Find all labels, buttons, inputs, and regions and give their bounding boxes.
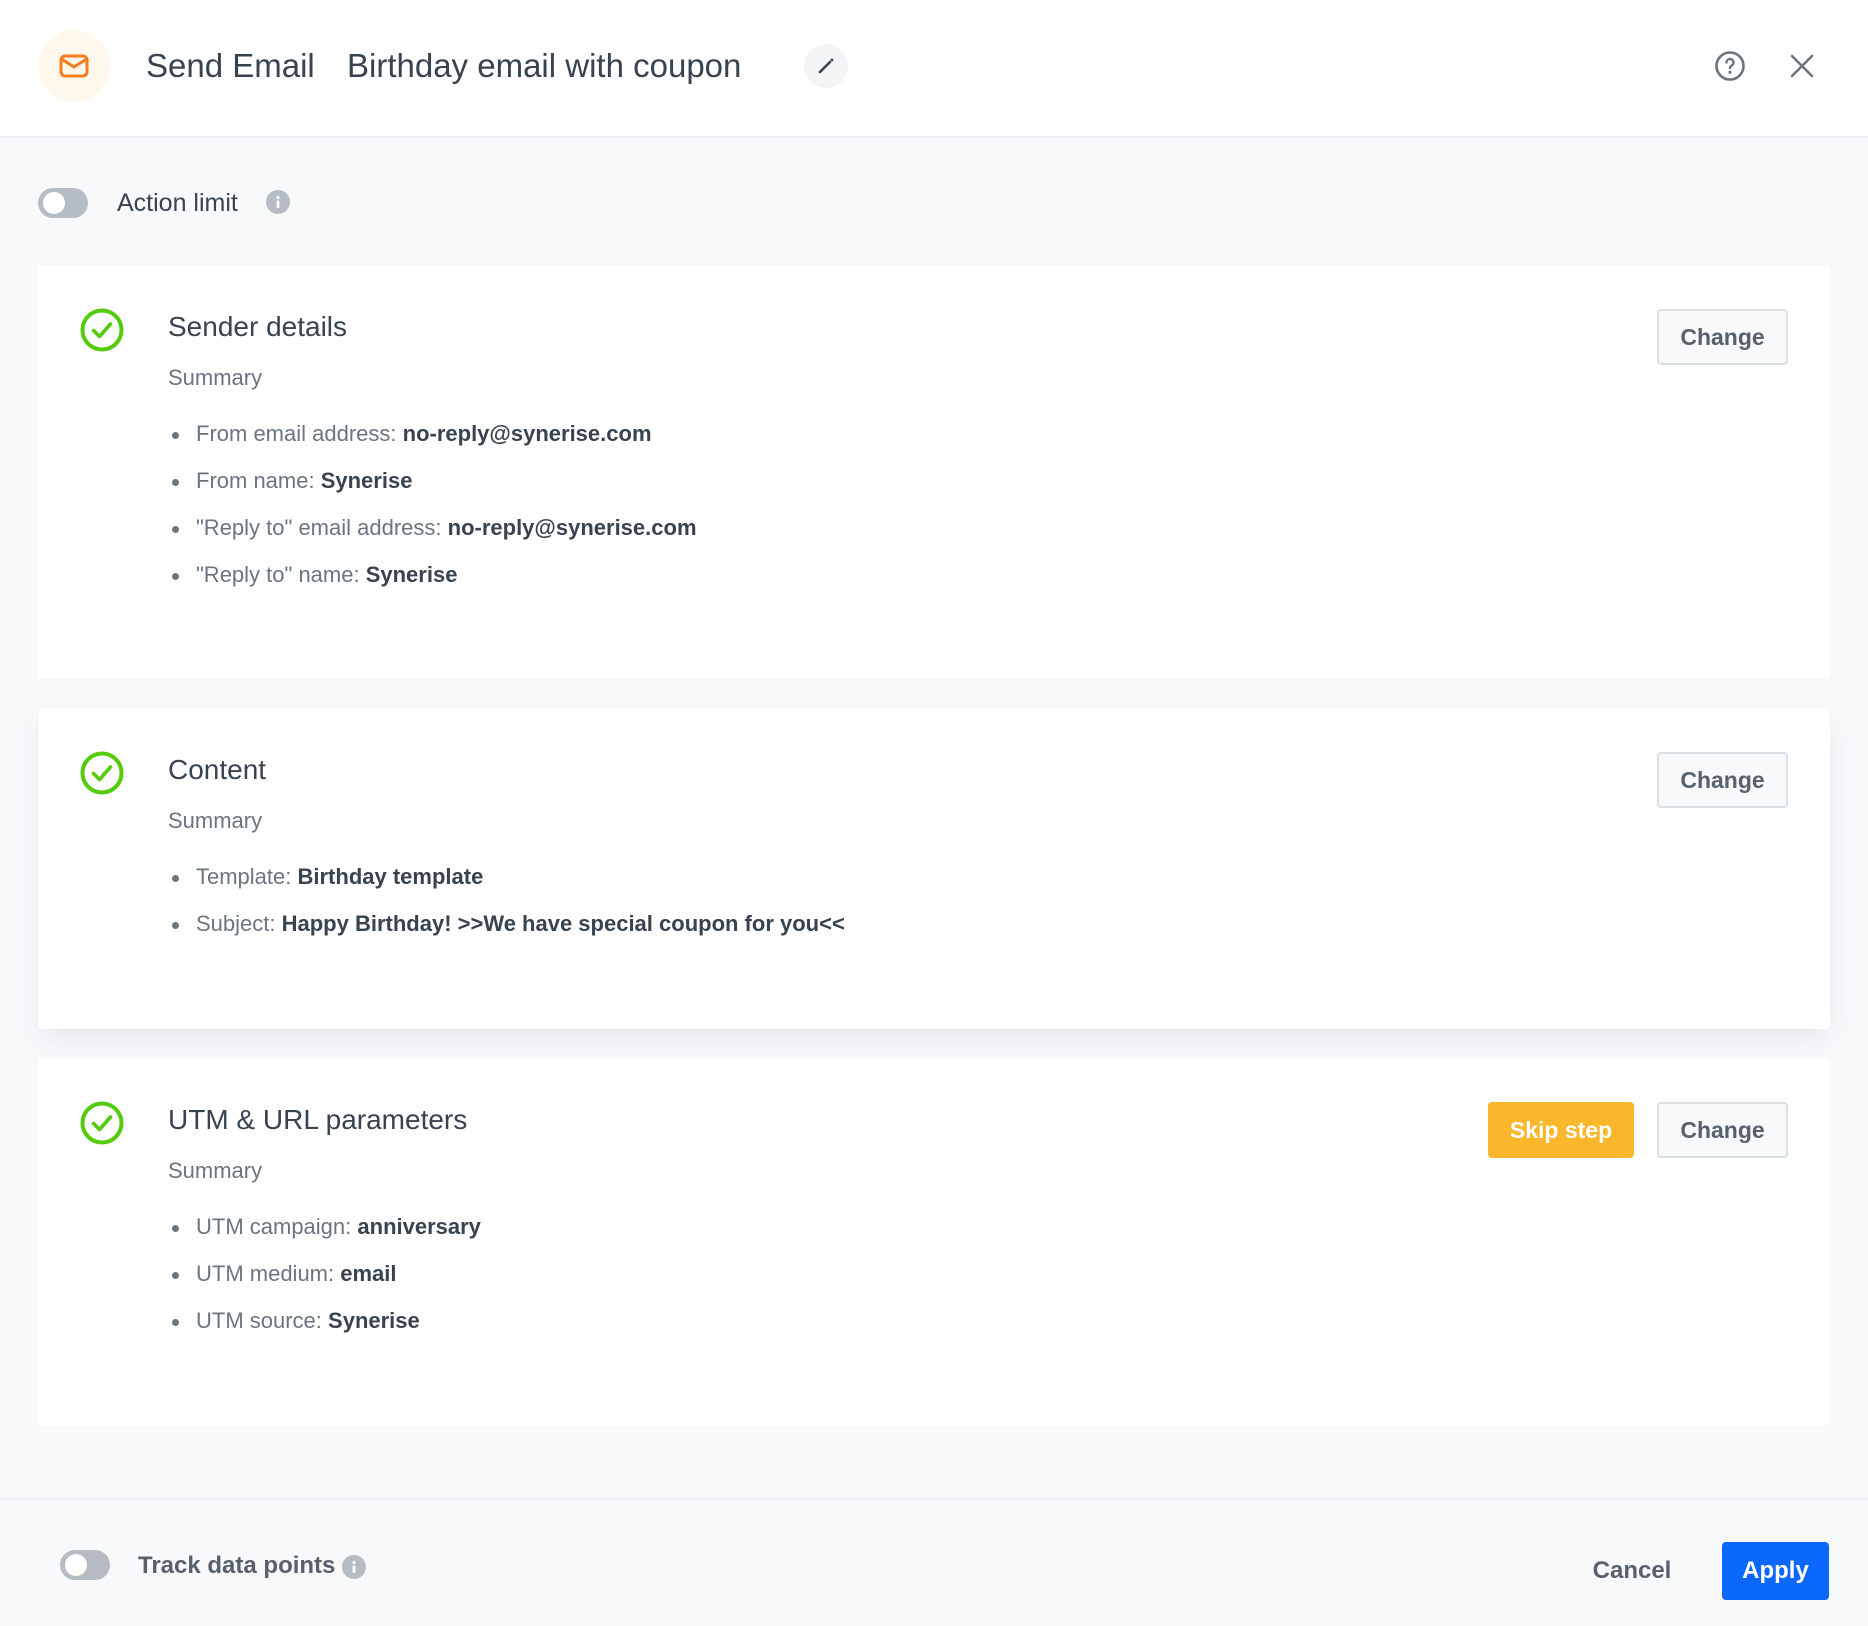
- footer-divider: [0, 1498, 1868, 1500]
- toggle-knob: [43, 192, 65, 214]
- list-item: "Reply to" email address: no-reply@syner…: [168, 513, 697, 560]
- content-card: Content Summary Template: Birthday templ…: [38, 708, 1830, 1029]
- card-summary-label: Summary: [168, 1158, 263, 1183]
- help-circle-icon: [1715, 51, 1745, 81]
- skip-step-button[interactable]: Skip step: [1488, 1102, 1634, 1158]
- list-item: Subject: Happy Birthday! >>We have speci…: [168, 909, 845, 956]
- mail-icon: [59, 54, 89, 78]
- list-item: From email address: no-reply@synerise.co…: [168, 419, 697, 466]
- card-title: Content: [168, 754, 267, 785]
- bullet: [172, 922, 179, 929]
- check-circle-icon: [80, 751, 124, 795]
- action-name-title: Birthday email with coupon: [347, 47, 742, 84]
- bullet: [172, 1225, 179, 1232]
- item-value: Happy Birthday! >>We have special coupon…: [281, 911, 845, 936]
- item-value: email: [340, 1261, 397, 1286]
- summary-list: UTM campaign: anniversary UTM medium: em…: [168, 1212, 481, 1353]
- item-value: no-reply@synerise.com: [447, 515, 697, 540]
- list-item: From name: Synerise: [168, 466, 697, 513]
- list-item: UTM medium: email: [168, 1259, 481, 1306]
- item-label: Template:: [196, 864, 298, 889]
- bullet: [172, 875, 179, 882]
- item-label: From email address:: [196, 421, 403, 446]
- toggle-knob: [65, 1554, 87, 1576]
- item-value: no-reply@synerise.com: [402, 421, 652, 446]
- bullet: [172, 573, 179, 580]
- item-label: From name:: [196, 468, 321, 493]
- check-circle-icon: [80, 1101, 124, 1145]
- track-data-points-toggle[interactable]: [60, 1550, 110, 1580]
- bullet: [172, 1272, 179, 1279]
- card-title: UTM & URL parameters: [168, 1104, 468, 1135]
- list-item: UTM source: Synerise: [168, 1306, 481, 1353]
- item-label: "Reply to" email address:: [196, 515, 448, 540]
- item-label: Subject:: [196, 911, 282, 936]
- cancel-button[interactable]: Cancel: [1580, 1542, 1684, 1600]
- item-value: Synerise: [320, 468, 413, 493]
- card-summary-label: Summary: [168, 365, 263, 390]
- list-item: Template: Birthday template: [168, 862, 845, 909]
- apply-button[interactable]: Apply: [1722, 1542, 1829, 1600]
- bullet: [172, 479, 179, 486]
- utm-parameters-card: UTM & URL parameters Summary UTM campaig…: [38, 1058, 1830, 1426]
- close-button[interactable]: [1784, 48, 1820, 84]
- card-title: Sender details: [168, 311, 348, 342]
- item-label: "Reply to" name:: [196, 562, 366, 587]
- info-glyph-icon: [352, 1560, 356, 1573]
- bullet: [172, 526, 179, 533]
- action-limit-label: Action limit: [117, 189, 238, 217]
- item-value: Birthday template: [297, 864, 484, 889]
- item-label: UTM source:: [196, 1308, 329, 1333]
- pencil-icon: [818, 58, 834, 74]
- item-value: Synerise: [365, 562, 458, 587]
- check-circle-icon: [80, 308, 124, 352]
- item-label: UTM campaign:: [196, 1214, 358, 1239]
- help-button[interactable]: [1712, 48, 1748, 84]
- info-icon[interactable]: [342, 1555, 366, 1579]
- card-summary-label: Summary: [168, 808, 263, 833]
- list-item: "Reply to" name: Synerise: [168, 560, 697, 607]
- modal-header: Send Email Birthday email with coupon: [0, 0, 1868, 138]
- item-value: anniversary: [357, 1214, 481, 1239]
- action-limit-toggle[interactable]: [38, 188, 88, 218]
- item-label: UTM medium:: [196, 1261, 341, 1286]
- list-item: UTM campaign: anniversary: [168, 1212, 481, 1259]
- change-utm-button[interactable]: Change: [1657, 1102, 1788, 1158]
- edit-name-button[interactable]: [804, 44, 848, 88]
- item-value: Synerise: [328, 1308, 420, 1333]
- bullet: [172, 432, 179, 439]
- track-data-points-label: Track data points: [138, 1552, 336, 1579]
- info-glyph-icon: [276, 195, 280, 208]
- bullet: [172, 1319, 179, 1326]
- action-type-title: Send Email: [146, 47, 315, 84]
- close-icon: [1790, 54, 1814, 78]
- change-content-button[interactable]: Change: [1657, 752, 1788, 808]
- summary-list: From email address: no-reply@synerise.co…: [168, 419, 697, 607]
- summary-list: Template: Birthday template Subject: Hap…: [168, 862, 845, 956]
- mail-badge: [38, 30, 110, 102]
- change-sender-button[interactable]: Change: [1657, 309, 1788, 365]
- info-icon[interactable]: [266, 190, 290, 214]
- sender-details-card: Sender details Summary From email addres…: [38, 265, 1830, 679]
